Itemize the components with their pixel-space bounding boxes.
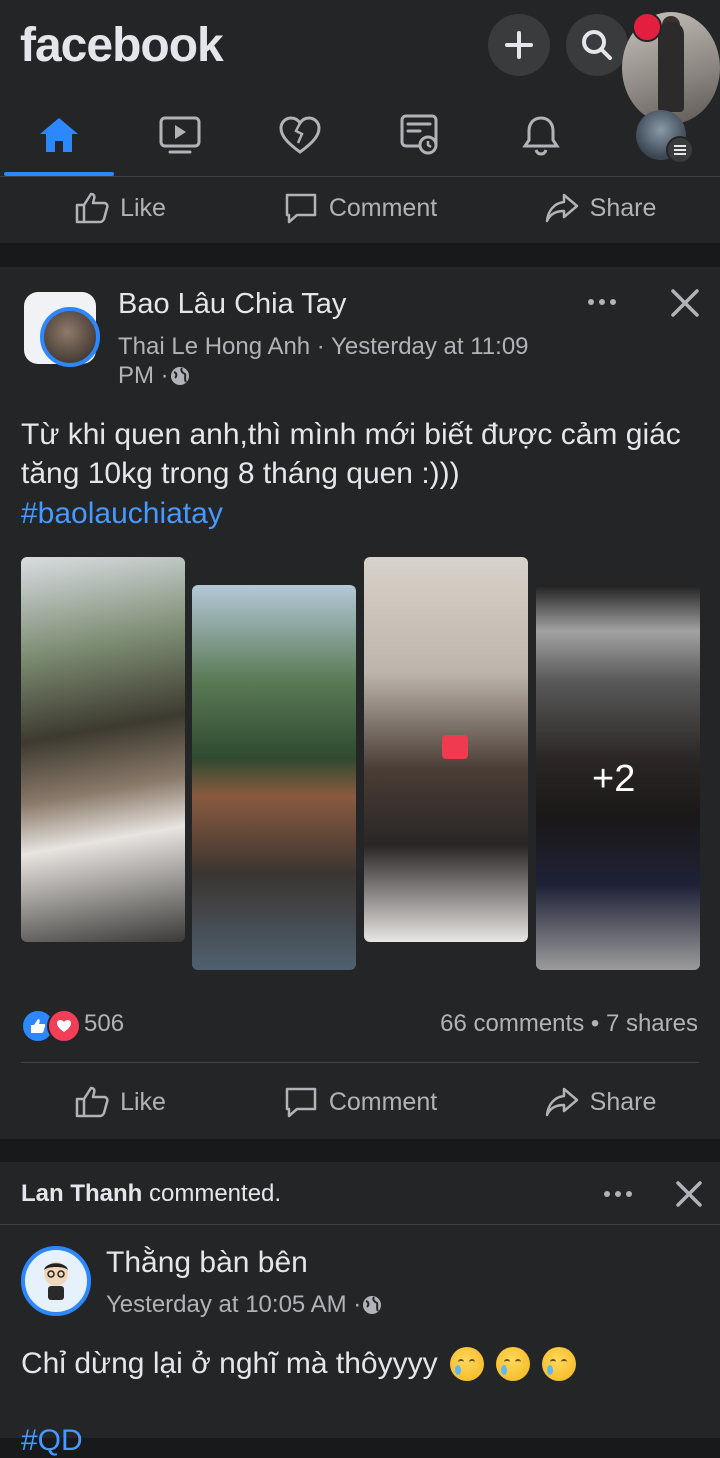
post-photo-2[interactable] [192,585,356,970]
share-button[interactable]: Share [480,1071,720,1133]
tab-menu[interactable] [606,96,716,174]
divider [21,1062,699,1063]
notification-badge [632,12,662,42]
comment-icon [285,193,317,224]
post-hashtag[interactable]: #baolauchiatay [21,497,223,531]
previous-post-actions: Like Comment Share [0,177,720,239]
activity-text: commented. [142,1180,282,1207]
post-actions: Like Comment Share [0,1071,720,1133]
facebook-logo[interactable]: facebook [20,18,224,73]
post-time[interactable]: · Yesterday at 11:09 [310,333,529,360]
commenter-name[interactable]: Thằng bàn bên [106,1246,308,1280]
author-avatar[interactable] [40,307,100,367]
more-photos-count[interactable]: +2 [592,758,635,801]
crying-face-icon [542,1347,577,1382]
divider [0,1224,720,1225]
page-name[interactable]: Bao Lâu Chia Tay [118,288,346,321]
comments-shares-count[interactable]: 66 comments • 7 shares [440,1010,698,1038]
comment-hashtag[interactable]: #QD [21,1424,83,1458]
more-dots-icon [588,299,616,305]
post-options-button[interactable] [602,1180,634,1213]
share-icon [545,1087,578,1117]
love-reaction-icon [47,1009,81,1043]
post-photo-3[interactable] [364,557,528,942]
reaction-count[interactable]: 506 [84,1010,124,1038]
share-label: Share [589,193,657,222]
comment-text: Chỉ dừng lại ở nghĩ mà thôyyyy [21,1346,577,1382]
cartoon-avatar-icon [44,1262,68,1300]
tab-watch[interactable] [125,96,235,174]
search-icon [582,30,612,60]
plus-icon [505,31,533,59]
share-label: Share [589,1087,657,1116]
comment-label: Comment [328,1087,438,1116]
post-text-line2: tăng 10kg trong 8 tháng quen :))) [21,457,460,490]
dating-icon [279,116,321,154]
tab-bar [0,96,720,176]
tab-notifications[interactable] [486,96,596,174]
author-name[interactable]: Thai Le Hong Anh [118,333,310,360]
thumbs-up-icon [75,192,109,224]
tab-dating[interactable] [245,96,355,174]
crying-face-icon [449,1347,484,1382]
menu-icon [666,136,694,164]
profile-menu-avatar [636,110,694,164]
emoji-group [446,1346,577,1382]
like-button[interactable]: Like [0,1071,240,1133]
hide-post-button[interactable] [675,1180,703,1213]
globe-icon [363,1296,382,1314]
watch-icon [159,116,201,154]
globe-icon [170,367,189,385]
post-meta-line1: Thai Le Hong Anh · Yesterday at 11:09 [118,333,529,361]
activity-user[interactable]: Lan Thanh [21,1180,142,1207]
close-icon [676,1181,702,1207]
heart-sticker [442,735,468,759]
tab-feeds[interactable] [365,96,475,174]
comment-meta: Yesterday at 10:05 AM · [106,1291,383,1319]
home-icon [40,118,78,152]
thumbs-up-icon [75,1086,109,1118]
post-time-cont: PM · [118,362,169,389]
comment-body: Chỉ dừng lại ở nghĩ mà thôyyyy [21,1346,438,1380]
like-label: Like [120,193,166,222]
comment-button[interactable]: Comment [240,1071,480,1133]
search-button[interactable] [566,14,628,76]
activity-header: Lan Thanh commented. [21,1180,281,1208]
close-icon [671,289,699,317]
share-button[interactable]: Share [480,177,720,239]
tab-home[interactable] [4,96,114,174]
commenter-avatar[interactable] [21,1246,91,1316]
crying-face-icon [495,1347,530,1382]
post-text-line1: Từ khi quen anh,thì mình mới biết được c… [21,418,681,451]
create-button[interactable] [488,14,550,76]
feeds-icon [400,114,438,155]
comment-time[interactable]: Yesterday at 10:05 AM · [106,1291,361,1319]
bell-icon [522,116,560,156]
like-label: Like [120,1087,166,1116]
comment-icon [285,1087,317,1118]
post-meta-line2: PM · [118,362,191,390]
more-dots-icon [604,1191,632,1197]
comment-label: Comment [328,193,438,222]
like-button[interactable]: Like [0,177,240,239]
hide-post-button[interactable] [670,288,700,323]
post-photo-1[interactable] [21,557,185,942]
share-icon [545,193,578,223]
comment-button[interactable]: Comment [240,177,480,239]
post-options-button[interactable] [586,288,618,321]
